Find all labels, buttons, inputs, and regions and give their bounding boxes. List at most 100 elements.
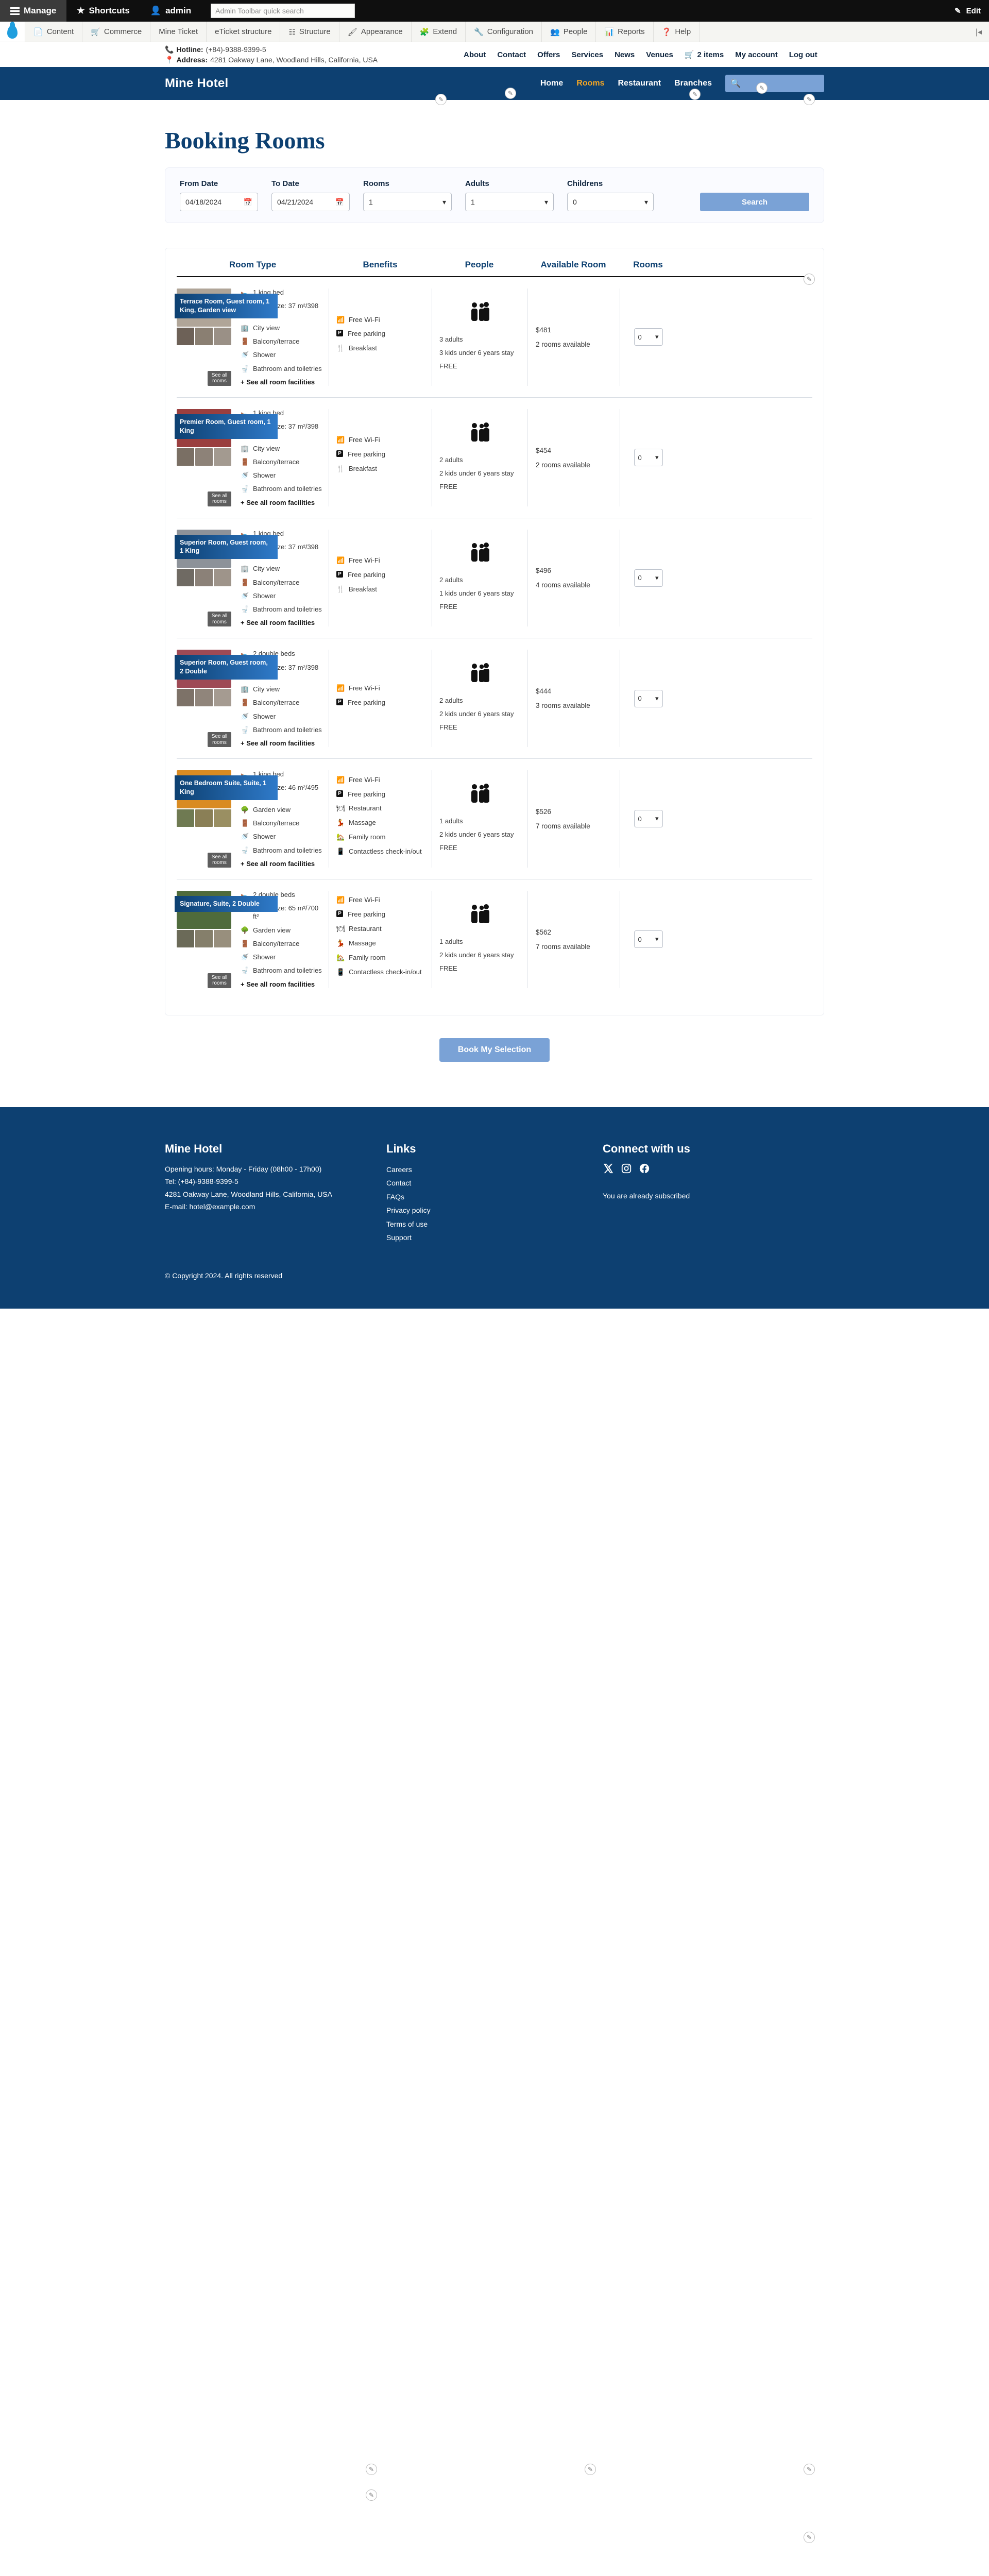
nav-link-restaurant[interactable]: Restaurant [618, 79, 661, 88]
footer-link-contact[interactable]: Contact [386, 1176, 603, 1190]
see-all-rooms-overlay[interactable]: See all rooms [208, 370, 231, 386]
nav-link-branches[interactable]: Branches [674, 79, 712, 88]
parking-icon: P [336, 698, 343, 705]
utility-link-venues[interactable]: Venues [646, 50, 673, 59]
to-date-input[interactable]: 04/21/2024 📅 [271, 193, 350, 211]
see-all-facilities-link[interactable]: + See all room facilities [241, 499, 323, 506]
room-gallery[interactable]: See all rooms Premier Room, Guest room, … [175, 409, 278, 506]
instagram-icon[interactable] [621, 1163, 632, 1174]
contextual-edit-icon[interactable]: ✎ [366, 2489, 377, 2501]
adults-select[interactable]: 1 ▾ [465, 193, 554, 211]
see-all-rooms-overlay[interactable]: See all rooms [208, 612, 231, 627]
site-search-input[interactable]: 🔍 [725, 75, 824, 92]
utility-link-news[interactable]: News [615, 50, 635, 59]
admin-menu-item-people[interactable]: 👥 People [542, 22, 596, 42]
contextual-edit-icon[interactable]: ✎ [585, 2463, 596, 2475]
room-thumbnail-strip[interactable] [177, 689, 231, 707]
room-quantity-select[interactable]: 0 ▾ [634, 569, 663, 587]
admin-menu-item-reports[interactable]: 📊 Reports [596, 22, 654, 42]
room-gallery[interactable]: See all rooms Signature, Suite, 2 Double [175, 890, 278, 988]
see-all-rooms-overlay[interactable]: See all rooms [208, 491, 231, 506]
admin-menu-collapse-button[interactable]: |◂ [968, 22, 989, 42]
site-brand[interactable]: Mine Hotel [165, 76, 228, 91]
see-all-rooms-overlay[interactable]: See all rooms [208, 973, 231, 988]
room-quantity-select[interactable]: 0 ▾ [634, 930, 663, 948]
contextual-edit-icon[interactable]: ✎ [804, 94, 815, 105]
footer-link-careers[interactable]: Careers [386, 1163, 603, 1177]
room-gallery[interactable]: See all rooms Terrace Room, Guest room, … [175, 289, 278, 386]
utility-link-services[interactable]: Services [571, 50, 603, 59]
admin-menu-item-help[interactable]: ❓ Help [654, 22, 700, 42]
see-all-facilities-link[interactable]: + See all room facilities [241, 739, 323, 747]
from-date-field: From Date 04/18/2024 📅 [180, 179, 258, 211]
my-account-link[interactable]: My account [735, 50, 778, 59]
admin-menu-item-extend[interactable]: 🧩 Extend [412, 22, 466, 42]
admin-menu-item-commerce[interactable]: 🛒 Commerce [82, 22, 151, 42]
contextual-edit-icon[interactable]: ✎ [804, 274, 815, 285]
logout-link[interactable]: Log out [789, 50, 817, 59]
room-gallery[interactable]: See all rooms Superior Room, Guest room,… [175, 650, 278, 747]
room-feature: 🚽 Bathroom and toiletries [241, 365, 323, 373]
admin-menu-item-configuration[interactable]: 🔧 Configuration [466, 22, 542, 42]
nav-link-rooms[interactable]: Rooms [576, 79, 604, 88]
room-thumbnail-strip[interactable] [177, 568, 231, 586]
room-thumbnail-strip[interactable] [177, 448, 231, 466]
room-benefit-label: Breakfast [349, 585, 377, 593]
book-my-selection-button[interactable]: Book My Selection [439, 1038, 550, 1062]
room-quantity-select[interactable]: 0 ▾ [634, 449, 663, 467]
utility-link-about[interactable]: About [464, 50, 486, 59]
contextual-edit-icon[interactable]: ✎ [689, 89, 701, 100]
facebook-icon[interactable] [639, 1163, 650, 1174]
cart-button[interactable]: 🛒 2 items [685, 50, 724, 60]
cart-icon: 🛒 [91, 27, 100, 37]
x-icon[interactable] [603, 1163, 614, 1174]
toolbar-manage-button[interactable]: Manage [0, 0, 67, 22]
rooms-select[interactable]: 1 ▾ [363, 193, 452, 211]
toolbar-shortcuts-button[interactable]: ★ Shortcuts [66, 0, 140, 22]
wifi-icon: 📶 [336, 315, 345, 324]
search-button[interactable]: Search [700, 193, 809, 211]
chevron-down-icon: ▾ [442, 197, 446, 206]
admin-menu-item-appearance[interactable]: 🖌 Appearance [339, 22, 412, 42]
footer-link-faqs[interactable]: FAQs [386, 1190, 603, 1204]
contextual-edit-icon[interactable]: ✎ [435, 94, 447, 105]
room-quantity-select[interactable]: 0 ▾ [634, 328, 663, 346]
nav-link-home[interactable]: Home [540, 79, 563, 88]
contextual-edit-icon[interactable]: ✎ [505, 88, 516, 99]
admin-menu-item-eticket-structure[interactable]: eTicket structure [207, 22, 281, 42]
admin-menu-item-structure[interactable]: ☷ Structure [280, 22, 339, 42]
admin-menu-item-mine-ticket[interactable]: Mine Ticket [150, 22, 207, 42]
calendar-icon[interactable]: 📅 [244, 198, 252, 207]
see-all-facilities-link[interactable]: + See all room facilities [241, 860, 323, 868]
utility-link-offers[interactable]: Offers [537, 50, 560, 59]
from-date-input[interactable]: 04/18/2024 📅 [180, 193, 258, 211]
admin-menu-item-content[interactable]: 📄 Content [25, 22, 83, 42]
room-thumbnail-strip[interactable] [177, 809, 231, 827]
room-gallery[interactable]: See all rooms One Bedroom Suite, Suite, … [175, 770, 278, 868]
contextual-edit-icon[interactable]: ✎ [756, 82, 768, 94]
contextual-edit-icon[interactable]: ✎ [366, 2463, 377, 2475]
see-all-facilities-link[interactable]: + See all room facilities [241, 378, 323, 386]
footer-link-support[interactable]: Support [386, 1231, 603, 1245]
see-all-facilities-link[interactable]: + See all room facilities [241, 980, 323, 988]
admin-quick-search-input[interactable]: Admin Toolbar quick search [211, 4, 355, 18]
see-all-rooms-overlay[interactable]: See all rooms [208, 732, 231, 747]
toolbar-edit-button[interactable]: ✎ Edit [954, 6, 989, 16]
drupal-drop-icon[interactable] [0, 22, 25, 42]
utility-link-contact[interactable]: Contact [497, 50, 526, 59]
contextual-edit-icon[interactable]: ✎ [804, 2463, 815, 2475]
calendar-icon[interactable]: 📅 [335, 198, 344, 207]
footer-links-column: Links Careers Contact FAQs Privacy polic… [386, 1142, 603, 1245]
contextual-edit-icon[interactable]: ✎ [804, 2531, 815, 2543]
room-quantity-select[interactable]: 0 ▾ [634, 689, 663, 707]
room-thumbnail-strip[interactable] [177, 328, 231, 345]
room-gallery[interactable]: See all rooms Superior Room, Guest room,… [175, 529, 278, 627]
see-all-facilities-link[interactable]: + See all room facilities [241, 619, 323, 626]
childrens-select[interactable]: 0 ▾ [567, 193, 654, 211]
toolbar-user-button[interactable]: 👤 admin [140, 0, 201, 22]
footer-link-terms-of-use[interactable]: Terms of use [386, 1217, 603, 1231]
room-thumbnail-strip[interactable] [177, 929, 231, 947]
room-quantity-select[interactable]: 0 ▾ [634, 810, 663, 828]
see-all-rooms-overlay[interactable]: See all rooms [208, 852, 231, 868]
footer-link-privacy-policy[interactable]: Privacy policy [386, 1204, 603, 1217]
